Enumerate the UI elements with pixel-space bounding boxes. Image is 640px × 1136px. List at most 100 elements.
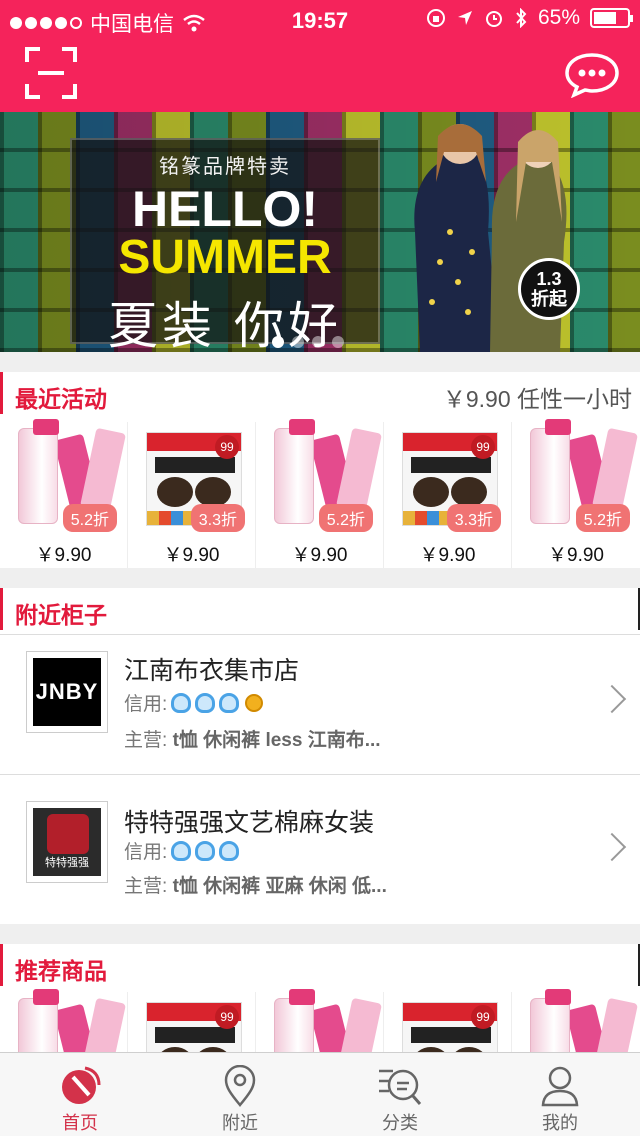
main-label: 主营: [124, 730, 168, 751]
rotation-lock-icon [426, 9, 445, 27]
product-image: 99 [394, 994, 506, 1052]
product-card[interactable]: 99 3.3折 ￥9.90 [384, 422, 512, 568]
wax-strip-graphic [80, 427, 126, 513]
store-logo-text: 特特强强 [45, 857, 89, 869]
product-card[interactable] [0, 989, 128, 1052]
store-name: 特特强强文艺棉麻女装 [124, 809, 375, 837]
crown-icon [195, 692, 216, 713]
status-right: 65% [426, 6, 633, 30]
chevron-right-icon [597, 832, 627, 862]
store-logo-text: JNBY [33, 658, 101, 726]
discount-badge: 3.3折 [446, 504, 501, 532]
tab-nearby[interactable]: 附近 [160, 1053, 320, 1136]
banner-subheadline: SUMMER [118, 231, 332, 284]
product-image [10, 989, 126, 1052]
discount-badge: 3.3折 [190, 504, 245, 532]
store-main-business: 主营: t恤 休闲裤 less 江南布... [124, 725, 381, 752]
chevron-right-icon [597, 684, 627, 714]
product-card[interactable] [512, 989, 640, 1052]
alarm-icon [485, 11, 502, 27]
product-image [266, 989, 382, 1052]
recommended-section: 推荐商品 99 99 [0, 944, 640, 1052]
cream-tube-graphic [18, 989, 59, 1052]
main-items: t恤 休闲裤 less 江南布... [172, 730, 381, 751]
product-price: ￥9.90 [291, 545, 348, 566]
recent-activities-section: 最近活动 ￥9.90 任性一小时 5.2折 ￥9.90 99 3.3折 ￥9.90 5.2… [0, 372, 640, 568]
discount-badge: 1.3 折起 [518, 258, 580, 320]
bluetooth-icon [516, 8, 527, 28]
category-search-icon [379, 1069, 422, 1105]
wax-strip-graphic [592, 427, 638, 513]
cream-tube-graphic [274, 419, 315, 524]
pager-dot[interactable] [332, 336, 344, 348]
product-card[interactable]: 5.2折 ￥9.90 [512, 419, 640, 568]
product-card[interactable]: 99 [384, 992, 512, 1052]
scan-icon [25, 47, 77, 99]
tab-label: 附近 [222, 1113, 258, 1133]
pager-dot[interactable] [312, 336, 324, 348]
product-price: ￥9.90 [548, 545, 604, 566]
product-card[interactable]: 5.2折 ￥9.90 [0, 419, 128, 568]
discount-badge: 5.2折 [575, 504, 630, 532]
cream-tube-graphic [530, 419, 571, 524]
banner-text-panel: 铭篆品牌特卖 HELLO! SUMMER 夏装 你好 [70, 138, 380, 352]
scan-button[interactable] [24, 46, 78, 100]
store-logo: JNBY [26, 651, 108, 733]
seal-graphic [47, 814, 89, 854]
section-title: 附近柜子 [15, 602, 107, 628]
tab-home[interactable]: 首页 [0, 1053, 160, 1136]
credit-label: 信用: [124, 842, 168, 863]
wax-strip-graphic [336, 427, 382, 513]
main-label: 主营: [124, 876, 168, 897]
section-title: 最近活动 [15, 386, 107, 412]
tab-mine[interactable]: 我的 [480, 1053, 640, 1136]
tab-label: 分类 [382, 1113, 418, 1133]
badge-unit: 折起 [531, 289, 567, 309]
crown-icon [171, 692, 192, 713]
product-row: 99 99 [0, 989, 640, 1052]
banner-pager [272, 336, 344, 348]
tab-category[interactable]: 分类 [320, 1053, 480, 1136]
product-row: 5.2折 ￥9.90 99 3.3折 ￥9.90 5.2折 ￥9.90 99 3.3折 ￥9.90… [0, 419, 640, 568]
product-price: ￥9.90 [163, 545, 220, 566]
product-card[interactable]: 99 3.3折 ￥9.90 [128, 422, 256, 568]
section-header: 最近活动 ￥9.90 任性一小时 [0, 372, 640, 414]
top-bar: 中国电信 19:57 65% [0, 0, 640, 112]
store-card[interactable]: JNBY 江南布衣集市店 信用: 主营: t恤 休闲裤 less 江南布... [0, 634, 640, 774]
store-credit: 信用: [124, 837, 240, 864]
store-logo: 特特强强 [26, 801, 108, 883]
store-name: 江南布衣集市店 [124, 657, 300, 685]
nearby-cabinets-section: 附近柜子 JNBY 江南布衣集市店 信用: 主营: t恤 休闲裤 less 江南… [0, 588, 640, 924]
product-card[interactable] [256, 989, 384, 1052]
crown-icon [195, 840, 216, 861]
cream-tube-graphic [530, 989, 571, 1052]
badge-value: 1.3 [536, 269, 562, 289]
product-image [522, 989, 638, 1052]
promo-banner[interactable]: 铭篆品牌特卖 HELLO! SUMMER 夏装 你好 1.3 折起 [0, 112, 640, 352]
message-button[interactable] [564, 52, 620, 99]
section-header: 附近柜子 [0, 588, 640, 630]
cream-tube-graphic [274, 989, 315, 1052]
battery-icon [590, 8, 633, 28]
bottom-tab-bar: 首页 附近 分类 我的 [0, 1052, 640, 1136]
pager-dot[interactable] [292, 336, 304, 348]
pager-dot[interactable] [272, 336, 284, 348]
cookie-box-graphic: 99 [146, 1002, 242, 1052]
product-card[interactable]: 5.2折 ￥9.90 [256, 419, 384, 568]
product-card[interactable]: 99 [128, 992, 256, 1052]
battery-percent: 65% [537, 6, 580, 29]
tab-label: 首页 [62, 1113, 98, 1133]
store-logo-image: 特特强强 [33, 808, 101, 876]
medal-icon [245, 693, 264, 712]
main-items: t恤 休闲裤 亚麻 休闲 低... [172, 876, 387, 897]
discount-badge: 5.2折 [318, 504, 373, 532]
banner-brand: 铭篆品牌特卖 [159, 156, 291, 178]
crown-icon [219, 692, 240, 713]
credit-label: 信用: [124, 694, 168, 715]
promo-tagline[interactable]: ￥9.90 任性一小时 [443, 380, 632, 414]
section-title: 推荐商品 [15, 958, 107, 984]
message-bubble-icon [565, 53, 619, 99]
store-main-business: 主营: t恤 休闲裤 亚麻 休闲 低... [124, 871, 387, 898]
store-card[interactable]: 特特强强 特特强强文艺棉麻女装 信用: 主营: t恤 休闲裤 亚麻 休闲 低..… [0, 774, 640, 914]
status-bar: 中国电信 19:57 65% [0, 0, 640, 40]
